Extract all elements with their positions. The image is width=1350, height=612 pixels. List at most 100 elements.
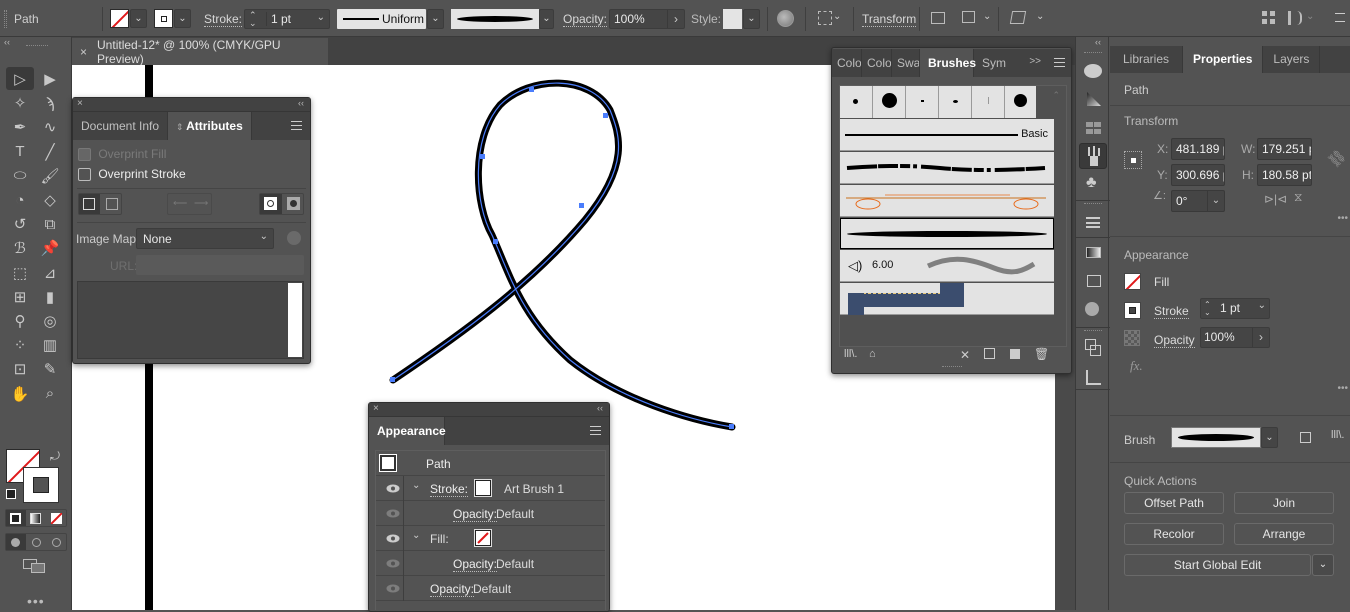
- stroke-dropdown[interactable]: ⌄: [174, 9, 191, 28]
- tab-layers[interactable]: Layers: [1263, 46, 1321, 73]
- more-options-icon[interactable]: •••: [1337, 383, 1348, 394]
- gradient-tool-icon[interactable]: ▮: [38, 285, 62, 309]
- close-tab-icon[interactable]: ×: [80, 45, 87, 59]
- swap-colors-icon[interactable]: ⤾: [50, 449, 60, 464]
- slice-tool-icon[interactable]: ✎: [38, 357, 62, 381]
- x-position-field[interactable]: 481.189 p: [1171, 138, 1225, 160]
- fill-swatch[interactable]: [1124, 273, 1141, 290]
- expand-chevron-icon[interactable]: ⌄: [412, 480, 420, 491]
- pin-tool-icon[interactable]: 📌: [38, 236, 62, 260]
- draw-inside-icon[interactable]: [52, 538, 61, 547]
- brush-options-icon[interactable]: [1300, 432, 1311, 443]
- opacity-label[interactable]: Opacity: [1154, 333, 1195, 348]
- brush-basic[interactable]: Basic: [840, 119, 1054, 151]
- column-graph-tool-icon[interactable]: ▥: [38, 333, 62, 357]
- mesh-tool-icon[interactable]: ⊞: [8, 285, 32, 309]
- browser-icon[interactable]: [287, 231, 301, 245]
- url-list[interactable]: [77, 281, 304, 359]
- trash-icon[interactable]: 🗑: [1034, 347, 1049, 361]
- tab-properties[interactable]: Properties: [1183, 46, 1264, 73]
- selection-tool-icon[interactable]: ▷: [8, 67, 32, 91]
- stroke-panel-icon[interactable]: [1086, 217, 1100, 228]
- direct-selection-tool-icon[interactable]: ▶: [38, 67, 62, 91]
- visibility-eye-icon[interactable]: [386, 559, 400, 568]
- chevron-down-icon[interactable]: ⌄: [1036, 11, 1044, 22]
- overprint-fill-checkbox[interactable]: [78, 148, 91, 162]
- blend-tool-icon[interactable]: ◎: [38, 309, 62, 333]
- paintbrush-tool-icon[interactable]: 🖌: [38, 164, 62, 188]
- tab-attributes[interactable]: ⇕ Attributes: [168, 112, 252, 140]
- fill-swatch[interactable]: [110, 9, 129, 28]
- join-button[interactable]: Join: [1234, 492, 1334, 514]
- appearance-panel-icon[interactable]: [1085, 302, 1099, 316]
- selected-path[interactable]: [370, 65, 770, 435]
- expand-chevron-icon[interactable]: ⌄: [412, 530, 420, 541]
- reverse-path-right-icon[interactable]: ⟶: [194, 194, 208, 214]
- tab-color[interactable]: Colo: [832, 49, 862, 77]
- reference-point-icon[interactable]: [1124, 151, 1142, 169]
- stroke-weight-field[interactable]: ⌃ ⌄ 1 pt ⌄: [244, 9, 330, 29]
- tab-swatches[interactable]: Swa: [892, 49, 920, 77]
- start-global-edit-button[interactable]: Start Global Edit: [1124, 554, 1311, 576]
- visibility-eye-icon[interactable]: [386, 584, 400, 593]
- export-icon[interactable]: [1086, 370, 1101, 385]
- isolate-object-icon[interactable]: [931, 12, 945, 24]
- brush-dropdown[interactable]: ⌄: [539, 9, 554, 29]
- document-tab[interactable]: × Untitled-12* @ 100% (CMYK/GPU Preview): [72, 38, 328, 66]
- close-panel-icon[interactable]: ×: [77, 98, 83, 109]
- eraser-tool-icon[interactable]: ◇: [38, 188, 62, 212]
- image-map-select[interactable]: None ⌄: [136, 228, 274, 249]
- more-options-icon[interactable]: •••: [1337, 213, 1348, 224]
- stepper-icon[interactable]: ⌃ ⌄: [1204, 301, 1211, 317]
- height-field[interactable]: 180.58 pt: [1257, 164, 1312, 186]
- gradient-mode-icon[interactable]: [30, 513, 41, 524]
- stroke-label[interactable]: Stroke: [1154, 304, 1189, 319]
- artboard-tool-icon[interactable]: ⊡: [8, 357, 32, 381]
- brush-select[interactable]: [1171, 427, 1261, 448]
- control-bar-menu-icon[interactable]: [1335, 13, 1345, 22]
- fill-color-swatch[interactable]: [474, 529, 492, 547]
- brushes-dock-icon[interactable]: [1079, 143, 1107, 169]
- appearance-fill-row[interactable]: ⌄ Fill:: [376, 526, 605, 551]
- flip-horizontal-icon[interactable]: ⊳|⊲: [1264, 192, 1287, 206]
- global-edit-options-dropdown[interactable]: ⌄: [1312, 554, 1334, 576]
- scroll-up-icon[interactable]: ⌃: [1052, 90, 1060, 101]
- appearance-opacity-row[interactable]: Opacity: Default: [376, 576, 605, 601]
- none-mode-icon[interactable]: [51, 513, 62, 524]
- y-position-field[interactable]: 300.696 p: [1171, 164, 1225, 186]
- brush-swatch[interactable]: [906, 86, 939, 118]
- stepper-icon[interactable]: ⌃ ⌄: [249, 11, 257, 28]
- chevron-down-icon[interactable]: ⌄: [1306, 11, 1314, 22]
- panel-grip[interactable]: [26, 45, 48, 46]
- more-tabs-icon[interactable]: >>: [1029, 56, 1041, 67]
- chevron-right-icon[interactable]: ›: [667, 10, 684, 28]
- free-transform-tool-icon[interactable]: ⬚: [8, 261, 32, 285]
- visibility-eye-icon[interactable]: [386, 534, 400, 543]
- stroke-weight-field[interactable]: ⌃ ⌄ 1 pt ⌄: [1200, 298, 1270, 319]
- remove-brush-stroke-icon[interactable]: ✕: [960, 348, 970, 362]
- hand-tool-icon[interactable]: ✋: [8, 382, 32, 406]
- stroke-color-box[interactable]: [23, 467, 59, 503]
- panel-menu-icon[interactable]: [291, 121, 302, 130]
- puppet-warp-tool-icon[interactable]: ℬ: [8, 236, 32, 260]
- tab-color-guide[interactable]: Colo: [862, 49, 892, 77]
- arrange-documents-icon[interactable]: [1262, 11, 1275, 24]
- visibility-eye-icon[interactable]: [386, 484, 400, 493]
- color-mode-icon[interactable]: [10, 513, 21, 524]
- draw-behind-icon[interactable]: [32, 538, 41, 547]
- appearance-stroke-opacity-row[interactable]: Opacity: Default: [376, 501, 605, 526]
- stroke-swatch[interactable]: [154, 9, 173, 28]
- brush-art-brush-1-selected[interactable]: [840, 218, 1054, 249]
- brush-libraries-icon[interactable]: lll\.: [844, 348, 857, 360]
- close-panel-icon[interactable]: ×: [373, 403, 379, 414]
- collapse-icon[interactable]: ‹‹: [1095, 37, 1101, 47]
- scale-tool-icon[interactable]: ⧉: [38, 212, 62, 236]
- panel-menu-icon[interactable]: [1054, 58, 1065, 67]
- stroke-swatch[interactable]: [1124, 302, 1141, 319]
- recolor-button[interactable]: Recolor: [1124, 523, 1224, 545]
- chevron-down-icon[interactable]: ⌄: [983, 11, 991, 22]
- brush-libraries-icon[interactable]: lll\.: [1331, 429, 1344, 441]
- rotate-tool-icon[interactable]: ↺: [8, 212, 32, 236]
- opacity-field[interactable]: 100% ›: [1200, 327, 1270, 348]
- symbol-sprayer-tool-icon[interactable]: ⁘: [8, 333, 32, 357]
